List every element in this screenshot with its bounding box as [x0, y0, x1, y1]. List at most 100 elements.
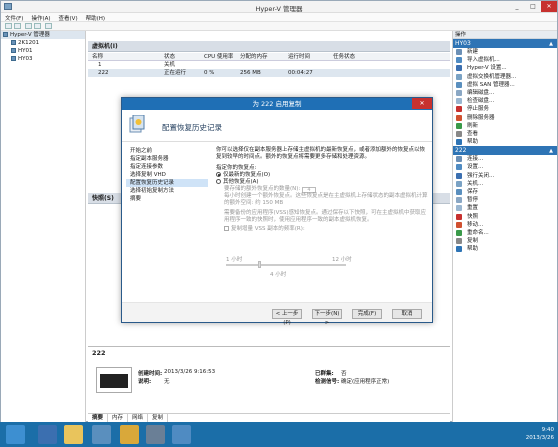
host-action-2[interactable]: Hyper-V 设置... — [453, 64, 557, 72]
action-icon — [456, 122, 462, 129]
vm-action-2[interactable]: 强行关闭... — [453, 172, 557, 180]
server-manager-icon[interactable] — [38, 425, 57, 444]
action-icon — [456, 114, 462, 121]
action-icon — [456, 156, 462, 163]
table-row[interactable]: 1 关机 — [88, 61, 450, 69]
minimize-button[interactable]: _ — [509, 1, 525, 12]
server-icon — [11, 40, 16, 45]
host-action-6[interactable]: 检查磁盘... — [453, 97, 557, 105]
actions-host-header[interactable]: HY03 ▲ — [453, 39, 557, 48]
menu-bar: 文件(F) 操作(A) 查看(V) 帮助(H) — [1, 13, 557, 22]
vm-action-4[interactable]: 保存 — [453, 188, 557, 196]
show-hide-tree-icon[interactable] — [34, 23, 41, 29]
vm-action-3[interactable]: 关机... — [453, 180, 557, 188]
host-action-5[interactable]: 编辑磁盘... — [453, 89, 557, 97]
vss-frequency-slider[interactable] — [226, 261, 346, 268]
tab-memory[interactable]: 内存 — [108, 414, 129, 422]
host-action-0[interactable]: 新建 — [453, 48, 557, 56]
step-summary[interactable]: 摘要 — [122, 195, 212, 203]
toolbar — [1, 22, 557, 31]
vm-action-11[interactable]: 帮助 — [453, 245, 557, 253]
file-explorer-icon[interactable] — [64, 425, 83, 444]
vm-action-0[interactable]: 连接... — [453, 155, 557, 163]
vm-action-1[interactable]: 设置... — [453, 163, 557, 171]
vm-action-9[interactable]: 重命名... — [453, 229, 557, 237]
tree-item-root[interactable]: Hyper-V 管理器 — [1, 31, 85, 39]
host-action-11[interactable]: 帮助 — [453, 138, 557, 146]
host-action-9[interactable]: 刷新 — [453, 122, 557, 130]
cancel-button[interactable]: 取消 — [392, 309, 422, 319]
tab-summary[interactable]: 摘要 — [88, 414, 109, 422]
vm-actions-list: 连接... 设置... 强行关闭... 关机... 保存 暂停 重置 快照 移动... 重命名..… — [453, 155, 557, 253]
vm-connection-icon[interactable] — [146, 425, 165, 444]
vm-action-6[interactable]: 重置 — [453, 204, 557, 212]
step-choose-vhds[interactable]: 选择复制 VHD — [122, 171, 212, 179]
back-icon[interactable] — [5, 23, 12, 29]
action-icon — [456, 180, 462, 187]
slider-value-label: 4 小时 — [270, 272, 287, 278]
next-button[interactable]: 下一步(N) > — [312, 309, 342, 326]
col-memory[interactable]: 分配的内存 — [240, 53, 268, 61]
col-state[interactable]: 状态 — [164, 53, 175, 61]
step-initial-replication[interactable]: 选择初始复制方法 — [122, 187, 212, 195]
detail-title: 222 — [92, 349, 106, 357]
option-latest-radio[interactable]: 仅最新的恢复点(O) — [216, 172, 428, 179]
vss-checkbox[interactable]: 复制增量 VSS 副本的频率(R): — [216, 226, 428, 233]
action-icon — [456, 205, 462, 212]
option-additional-radio[interactable]: 其他恢复点(A) — [216, 179, 428, 186]
vm-action-5[interactable]: 暂停 — [453, 196, 557, 204]
action-icon — [456, 73, 462, 80]
slider-handle[interactable] — [257, 261, 261, 268]
col-name[interactable]: 名称 — [92, 53, 103, 61]
dialog-heading: 配置恢复历史记录 — [162, 123, 222, 132]
additional-note: 每小时创建一个额外恢复点。这些恢复点是在主虚拟机上存储状态的副本虚拟机计算的额外… — [224, 193, 428, 206]
step-replica-server[interactable]: 指定副本服务器 — [122, 155, 212, 163]
vm-action-7[interactable]: 快照 — [453, 213, 557, 221]
maximize-button[interactable]: □ — [525, 1, 541, 12]
intro-text: 你可以选择仅在副本服务器上存储主虚拟机的最新恢复点，或者添加额外的恢复点以恢复到… — [216, 147, 426, 160]
host-action-7[interactable]: 停止服务 — [453, 105, 557, 113]
host-actions-list: 新建 导入虚拟机... Hyper-V 设置... 虚拟交换机管理器... 虚拟 SAN… — [453, 48, 557, 146]
host-action-3[interactable]: 虚拟交换机管理器... — [453, 73, 557, 81]
host-action-8[interactable]: 删除服务器 — [453, 114, 557, 122]
step-recovery-history[interactable]: 配置恢复历史记录 — [126, 179, 208, 187]
step-before-you-begin[interactable]: 开始之前 — [122, 147, 212, 155]
hyperv-manager-icon[interactable] — [92, 425, 111, 444]
title-bar: Hyper-V 管理器 _ □ ✕ — [1, 1, 557, 13]
network-icon[interactable] — [172, 425, 191, 444]
col-uptime[interactable]: 运行时间 — [288, 53, 310, 61]
host-action-1[interactable]: 导入虚拟机... — [453, 56, 557, 64]
host-action-4[interactable]: 虚拟 SAN 管理器... — [453, 81, 557, 89]
tab-replication[interactable]: 复制 — [148, 414, 169, 422]
start-icon[interactable] — [6, 425, 25, 444]
col-cpu[interactable]: CPU 使用率 — [204, 53, 233, 61]
action-icon — [456, 139, 462, 146]
folder-icon[interactable] — [120, 425, 139, 444]
forward-icon[interactable] — [14, 23, 21, 29]
table-row[interactable]: 222 正在运行 0 % 256 MB 00:04:27 — [88, 69, 450, 77]
slider-max-label: 12 小时 — [332, 257, 352, 263]
vm-section-header: 虚拟机(I) — [88, 41, 450, 52]
system-clock[interactable]: 9:40 2013/3/26 — [526, 426, 554, 442]
vm-action-10[interactable]: 复制 — [453, 237, 557, 245]
tree-item-2k1201[interactable]: 2K1201 — [1, 39, 85, 47]
help-icon[interactable] — [45, 23, 52, 29]
actions-vm-header[interactable]: 222 ▲ — [453, 146, 557, 156]
finish-button[interactable]: 完成(F) — [352, 309, 382, 319]
step-connection-params[interactable]: 指定连接参数 — [122, 163, 212, 171]
taskbar: 9:40 2013/3/26 — [0, 422, 558, 447]
host-action-10[interactable]: 查看 — [453, 130, 557, 138]
tab-network[interactable]: 网络 — [128, 414, 149, 422]
tree-item-hy03[interactable]: HY03 — [1, 55, 85, 63]
vm-table: 名称 状态 CPU 使用率 分配的内存 运行时间 任务状态 1 关机 222 正… — [88, 53, 450, 77]
dialog-close-button[interactable]: ✕ — [412, 98, 432, 109]
tree-item-hy01[interactable]: HY01 — [1, 47, 85, 55]
server-icon — [11, 48, 16, 53]
vm-action-8[interactable]: 移动... — [453, 221, 557, 229]
previous-button[interactable]: < 上一步(P) — [272, 309, 302, 326]
vm-thumbnail[interactable] — [96, 367, 132, 393]
close-button[interactable]: ✕ — [541, 1, 557, 12]
detail-tabs: 摘要 内存 网络 复制 — [88, 413, 450, 422]
up-icon[interactable] — [25, 23, 32, 29]
col-status[interactable]: 任务状态 — [333, 53, 355, 61]
